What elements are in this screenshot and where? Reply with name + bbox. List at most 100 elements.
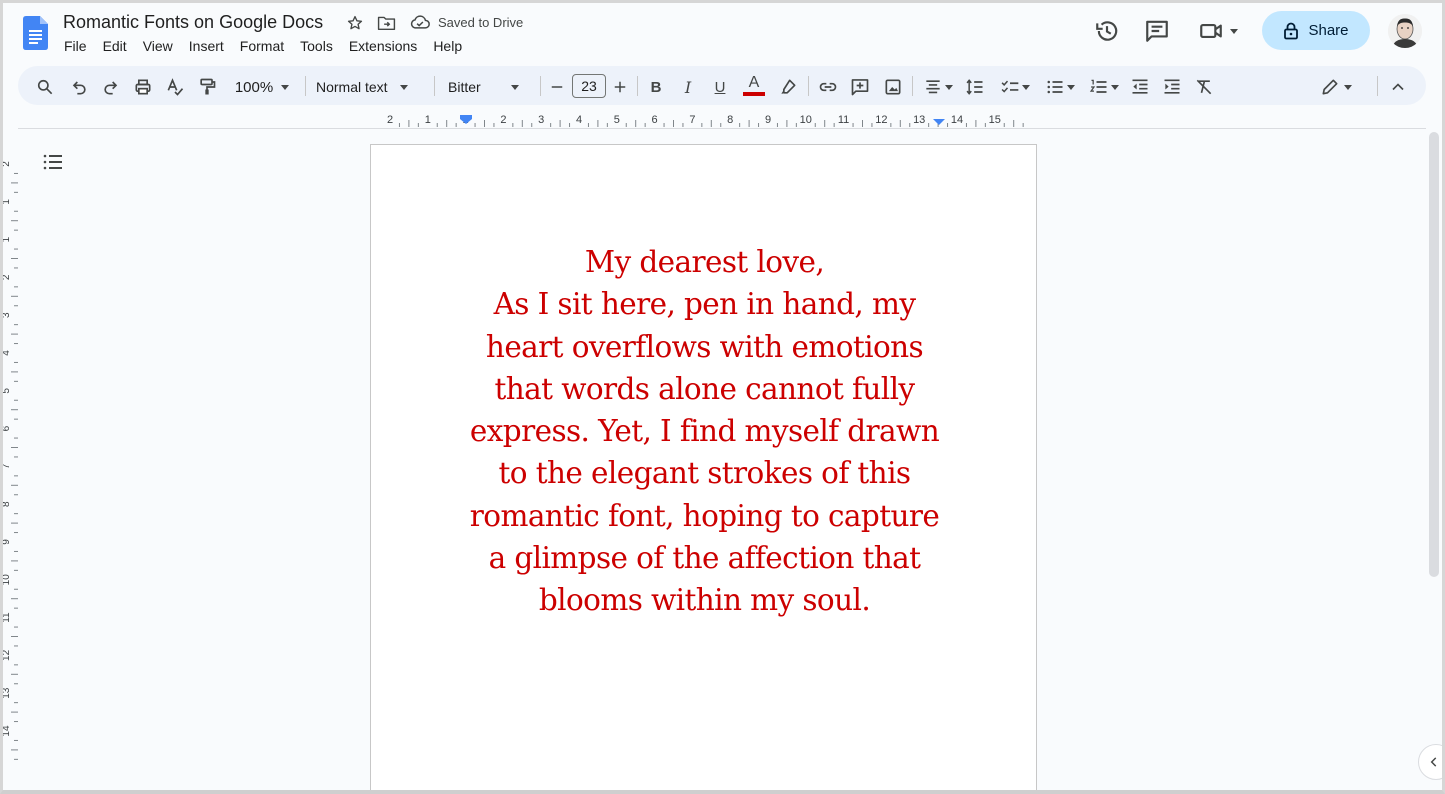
save-status[interactable]: Saved to Drive [410,14,523,30]
numbered-list-button[interactable] [1085,75,1123,99]
toolbar-divider [912,76,913,96]
font-family-select[interactable]: Bitter [448,75,528,99]
text-line: a glimpse of the affection that [488,541,921,576]
document-page[interactable]: My dearest love, As I sit here, pen in h… [370,144,1037,794]
avatar[interactable] [1388,14,1422,48]
cloud-done-icon [410,15,430,29]
chevron-down-icon [399,84,408,90]
undo-button[interactable] [68,75,90,99]
meet-button[interactable] [1198,18,1238,44]
search-menus-button[interactable] [34,75,56,99]
document-title[interactable]: Romantic Fonts on Google Docs [63,12,323,33]
ruler-label: 9 [765,114,771,126]
text-color-letter: A [748,74,760,91]
chevron-down-icon [1022,84,1030,90]
line-spacing-button[interactable] [964,75,986,99]
chevron-down-icon [1344,84,1352,90]
decrease-font-size-button[interactable] [548,75,566,99]
add-comment-button[interactable] [849,75,871,99]
comments-icon[interactable] [1144,18,1170,44]
print-button[interactable] [132,75,154,99]
star-icon[interactable] [346,14,364,32]
collapse-menus-button[interactable] [1388,75,1408,99]
menu-format[interactable]: Format [232,37,292,55]
increase-font-size-button[interactable] [611,75,629,99]
font-family-value: Bitter [448,79,481,95]
vertical-scrollbar[interactable] [1429,132,1439,577]
ruler-label: 1 [3,199,12,205]
text-line: heart overflows with emotions [485,329,924,364]
text-color-button[interactable]: A [742,73,766,97]
menu-extensions[interactable]: Extensions [341,37,425,55]
ruler-label: 15 [989,114,1001,126]
document-outline-icon[interactable] [42,152,64,172]
insert-link-button[interactable] [817,75,839,99]
ruler-label: 11 [3,612,12,623]
ruler-label: 8 [3,501,12,507]
chevron-up-icon [1392,83,1404,91]
chevron-down-icon [510,84,519,90]
paint-format-icon [200,78,216,95]
side-panel-toggle[interactable] [1418,744,1445,780]
document-body[interactable]: My dearest love, As I sit here, pen in h… [371,241,1038,622]
toolbar-divider [1377,76,1378,96]
insert-image-icon [885,79,901,95]
editing-mode-button[interactable] [1316,75,1356,99]
spellcheck-button[interactable] [164,75,186,99]
move-to-folder-icon[interactable] [377,14,396,32]
italic-button[interactable]: I [678,75,698,99]
ruler-label: 5 [3,388,12,394]
toolbar-divider [637,76,638,96]
bold-button[interactable]: B [646,75,666,99]
share-button[interactable]: Share [1262,11,1370,50]
chevron-down-icon [1111,84,1119,90]
chevron-down-icon [281,84,290,90]
spellcheck-icon [167,78,184,96]
text-line: romantic font, hoping to capture [469,498,940,533]
text-color-swatch [743,92,765,96]
redo-button[interactable] [100,75,122,99]
paint-format-button[interactable] [196,75,218,99]
zoom-select[interactable]: 100% [228,75,296,99]
toolbar-divider [540,76,541,96]
checklist-button[interactable] [996,75,1034,99]
share-label: Share [1308,22,1349,39]
font-size-input[interactable]: 23 [572,74,606,98]
decrease-indent-button[interactable] [1129,75,1151,99]
text-line: My dearest love, [584,245,825,279]
insert-image-button[interactable] [882,75,904,99]
menu-help[interactable]: Help [425,37,470,55]
highlight-button[interactable] [777,75,799,99]
align-center-icon [926,80,940,94]
text-line: express. Yet, I find myself drawn [469,414,940,449]
ruler-label: 6 [652,114,658,126]
menu-tools[interactable]: Tools [292,37,341,55]
ruler-label: 14 [951,114,963,126]
google-docs-icon[interactable] [23,16,48,50]
horizontal-ruler[interactable]: 21123456789101112131415 [370,111,1038,129]
underline-button[interactable]: U [710,75,730,99]
menu-edit[interactable]: Edit [95,37,135,55]
checklist-icon [1001,80,1019,93]
ruler-label: 14 [3,725,12,737]
clear-formatting-button[interactable] [1193,75,1215,99]
toolbar-divider [434,76,435,96]
ruler-label: 1 [425,114,431,126]
text-line: that words alone cannot fully [494,371,916,406]
increase-indent-button[interactable] [1161,75,1183,99]
ruler-label: 2 [3,274,12,280]
menu-view[interactable]: View [135,37,181,55]
paragraph-style-select[interactable]: Normal text [316,75,424,99]
history-icon[interactable] [1094,18,1120,44]
ruler-label: 7 [3,463,12,469]
minus-icon [551,86,563,88]
menu-file[interactable]: File [56,37,95,55]
bulleted-list-button[interactable] [1041,75,1079,99]
menu-insert[interactable]: Insert [181,37,232,55]
ruler-label: 2 [387,114,393,126]
vertical-ruler[interactable]: 211234567891011121314 [3,140,19,790]
ruler-label: 13 [913,114,925,126]
ruler-label: 13 [3,687,12,699]
align-select[interactable] [920,75,956,99]
numbered-list-icon [1089,79,1107,93]
